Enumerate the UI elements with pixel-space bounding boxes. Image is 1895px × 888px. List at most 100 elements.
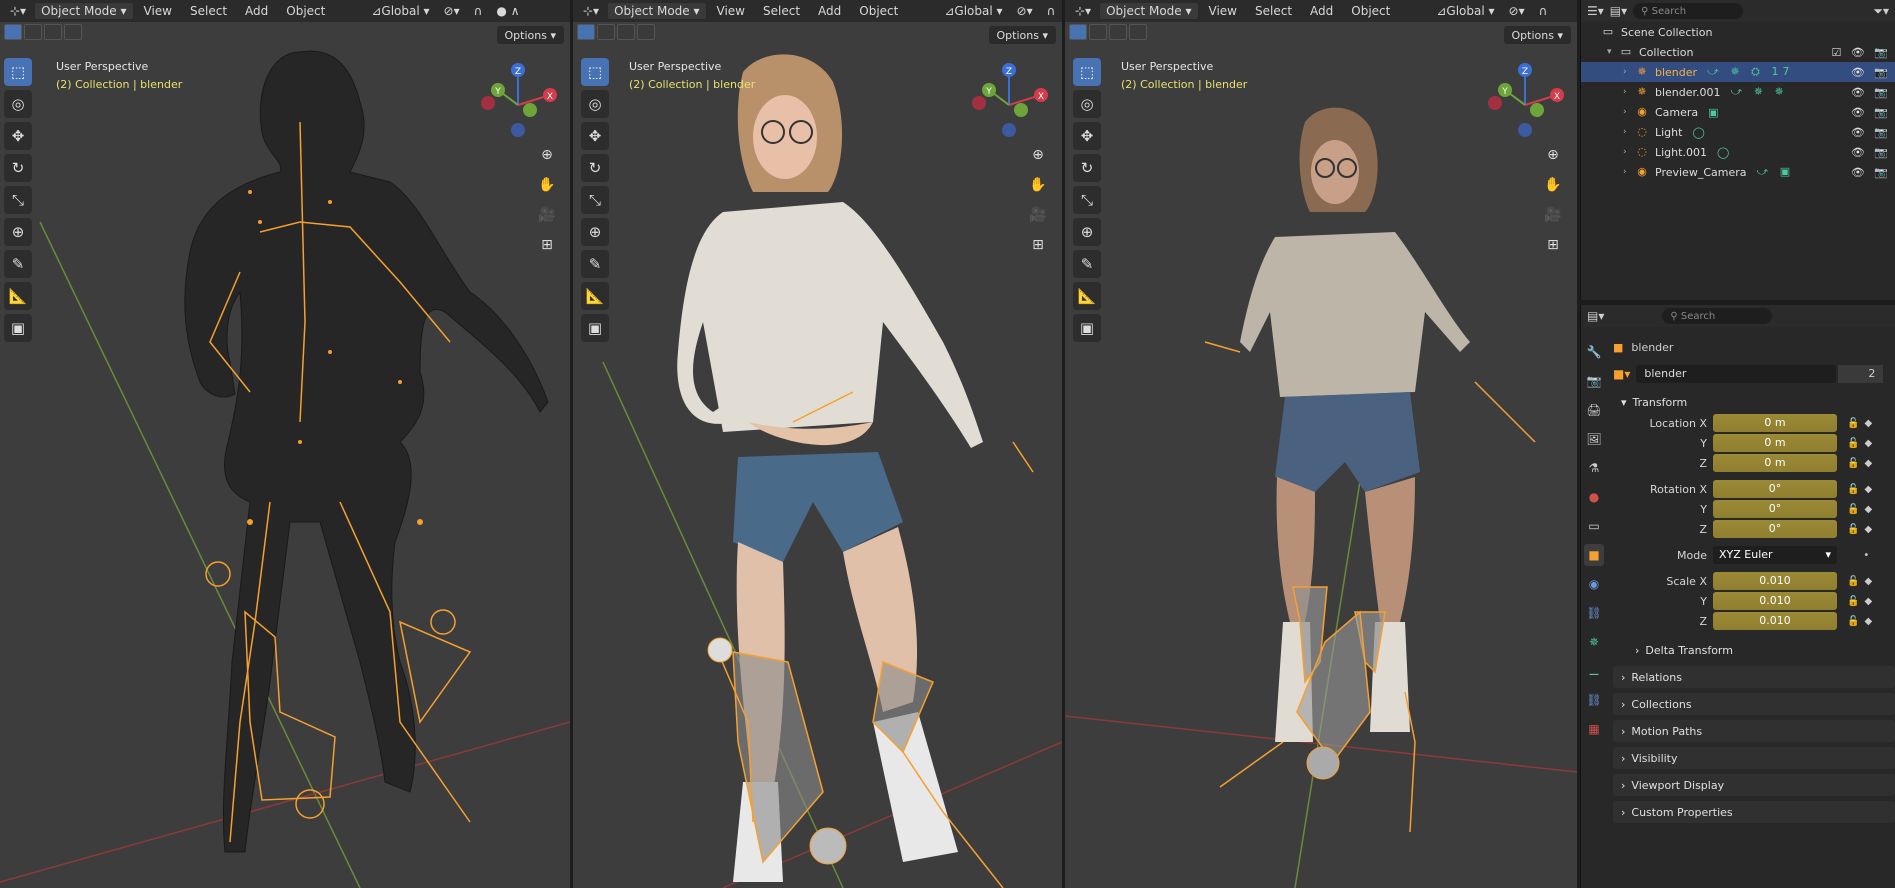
- select-new-icon[interactable]: [4, 24, 22, 40]
- cursor-tool-icon[interactable]: ◎: [4, 90, 32, 118]
- outliner-search-input[interactable]: ⚲ Search: [1633, 3, 1744, 19]
- lock-keyframe-icons[interactable]: 🔓◆: [1847, 418, 1877, 429]
- transform-tool-icon[interactable]: ⊕: [1073, 218, 1101, 246]
- scene-tab-icon[interactable]: ⚗: [1584, 457, 1604, 479]
- filter-icon[interactable]: ⏷▾: [1873, 4, 1889, 19]
- scale-x-field[interactable]: 0.010: [1713, 572, 1837, 590]
- transform-tool-icon[interactable]: ⊕: [4, 218, 32, 246]
- chevron-right-icon[interactable]: ›: [1623, 167, 1635, 177]
- ortho-grid-icon[interactable]: ⊞: [1025, 232, 1051, 258]
- scale-z-field[interactable]: 0.010: [1713, 612, 1837, 630]
- mode-dropdown[interactable]: Object Mode ▾: [34, 2, 134, 20]
- select-invert-icon[interactable]: [637, 24, 655, 40]
- rotate-tool-icon[interactable]: ↻: [1073, 154, 1101, 182]
- select-subtract-icon[interactable]: [1109, 24, 1127, 40]
- viewport-3[interactable]: ⊹▾ Object Mode ▾ View Select Add Object …: [1065, 0, 1577, 888]
- scene-collection-row[interactable]: ▭ Scene Collection: [1581, 22, 1895, 42]
- camera-view-icon[interactable]: 🎥: [1025, 202, 1051, 228]
- collection-tab-icon[interactable]: ▭: [1584, 515, 1604, 537]
- pivot-icon[interactable]: ⊘▾: [1011, 2, 1039, 20]
- location-y-field[interactable]: 0 m: [1713, 434, 1837, 452]
- lock-keyframe-icons[interactable]: 🔓◆: [1847, 596, 1877, 607]
- menu-object[interactable]: Object: [851, 4, 906, 18]
- menu-select[interactable]: Select: [755, 4, 808, 18]
- menu-view[interactable]: View: [1201, 4, 1245, 18]
- visibility-icons[interactable]: 👁 📷: [1851, 86, 1891, 99]
- orientation-dropdown[interactable]: ⊿ Global ▾: [938, 2, 1008, 20]
- snap-icon[interactable]: ∩: [1041, 2, 1062, 20]
- chevron-right-icon[interactable]: ›: [1623, 147, 1635, 157]
- texture-tab-icon[interactable]: ▦: [1584, 718, 1604, 740]
- location-x-field[interactable]: 0 m: [1713, 414, 1837, 432]
- viewport-1[interactable]: ⊹▾ Object Mode ▾ View Select Add Object …: [0, 0, 570, 888]
- select-new-icon[interactable]: [1069, 24, 1087, 40]
- outliner-item-camera[interactable]: › ◉ Camera ▣ 👁 📷: [1581, 102, 1895, 122]
- move-tool-icon[interactable]: ✥: [1073, 122, 1101, 150]
- zoom-icon[interactable]: ⊕: [534, 142, 560, 168]
- custom-properties-section[interactable]: › Custom Properties: [1613, 801, 1895, 823]
- pan-hand-icon[interactable]: ✋: [534, 172, 560, 198]
- lock-keyframe-icons[interactable]: 🔓◆: [1847, 616, 1877, 627]
- display-mode-icon[interactable]: ▤▾: [1610, 4, 1627, 18]
- menu-object[interactable]: Object: [1343, 4, 1398, 18]
- scale-tool-icon[interactable]: ⤡: [4, 186, 32, 214]
- editor-type-icon[interactable]: ⊹▾: [1069, 2, 1097, 20]
- pan-hand-icon[interactable]: ✋: [1540, 172, 1566, 198]
- lock-keyframe-icons[interactable]: 🔓◆: [1847, 484, 1877, 495]
- measure-tool-icon[interactable]: 📐: [1073, 282, 1101, 310]
- lock-keyframe-icons[interactable]: 🔓◆: [1847, 438, 1877, 449]
- visibility-icons[interactable]: 👁 📷: [1851, 146, 1891, 159]
- select-subtract-icon[interactable]: [617, 24, 635, 40]
- outliner-item-light-001[interactable]: › ◌ Light.001 ◯ 👁 📷: [1581, 142, 1895, 162]
- scale-y-field[interactable]: 0.010: [1713, 592, 1837, 610]
- add-cube-tool-icon[interactable]: ▣: [1073, 314, 1101, 342]
- data-type-icon[interactable]: ■▾: [1613, 367, 1630, 381]
- outliner-item-light[interactable]: › ◌ Light ◯ 👁 📷: [1581, 122, 1895, 142]
- visibility-icons[interactable]: 👁 📷: [1851, 106, 1891, 119]
- editor-type-icon[interactable]: ⊹▾: [577, 2, 605, 20]
- options-dropdown[interactable]: Options ▾: [1503, 26, 1571, 44]
- snap-icon[interactable]: ∩: [1533, 2, 1554, 20]
- chevron-right-icon[interactable]: ›: [1623, 107, 1635, 117]
- select-extend-icon[interactable]: [24, 24, 42, 40]
- cursor-tool-icon[interactable]: ◎: [1073, 90, 1101, 118]
- select-invert-icon[interactable]: [1129, 24, 1147, 40]
- transform-section-header[interactable]: ▾ Transform: [1613, 391, 1895, 413]
- options-dropdown[interactable]: Options ▾: [496, 26, 564, 44]
- chevron-down-icon[interactable]: ▾: [1607, 47, 1619, 57]
- properties-search-input[interactable]: ⚲ Search: [1662, 308, 1773, 324]
- annotate-tool-icon[interactable]: ✎: [1073, 250, 1101, 278]
- camera-view-icon[interactable]: 🎥: [1540, 202, 1566, 228]
- rotation-y-field[interactable]: 0°: [1713, 500, 1837, 518]
- zoom-icon[interactable]: ⊕: [1540, 142, 1566, 168]
- measure-tool-icon[interactable]: 📐: [4, 282, 32, 310]
- navigation-gizmo[interactable]: Z X Y: [1485, 60, 1565, 140]
- lock-keyframe-icons[interactable]: 🔓◆: [1847, 504, 1877, 515]
- physics-tab-icon[interactable]: ◉: [1584, 573, 1604, 595]
- measure-tool-icon[interactable]: 📐: [581, 282, 609, 310]
- menu-view[interactable]: View: [709, 4, 753, 18]
- visibility-section[interactable]: › Visibility: [1613, 747, 1895, 769]
- bone-tab-icon[interactable]: ⚊: [1584, 660, 1604, 682]
- keyframe-dot-icon[interactable]: •: [1847, 550, 1874, 561]
- move-tool-icon[interactable]: ✥: [581, 122, 609, 150]
- select-box-tool-icon[interactable]: ⬚: [1073, 58, 1101, 86]
- scale-tool-icon[interactable]: ⤡: [581, 186, 609, 214]
- world-tab-icon[interactable]: ●: [1584, 486, 1604, 508]
- viewport-display-section[interactable]: › Viewport Display: [1613, 774, 1895, 796]
- pan-hand-icon[interactable]: ✋: [1025, 172, 1051, 198]
- relations-section[interactable]: › Relations: [1613, 666, 1895, 688]
- delta-transform-section[interactable]: › Delta Transform: [1613, 639, 1895, 661]
- select-extend-icon[interactable]: [597, 24, 615, 40]
- outliner-item-blender[interactable]: › ✵ blender ⤻ ✵ ⛭ 17 👁 📷: [1581, 62, 1895, 82]
- move-tool-icon[interactable]: ✥: [4, 122, 32, 150]
- data-users-count[interactable]: 2: [1838, 365, 1884, 383]
- mode-dropdown[interactable]: Object Mode ▾: [607, 2, 707, 20]
- rotate-tool-icon[interactable]: ↻: [4, 154, 32, 182]
- collection-row[interactable]: ▾ ▭ Collection ☑ 👁 📷: [1581, 42, 1895, 62]
- view-layer-tab-icon[interactable]: 🖼: [1584, 428, 1604, 450]
- scale-tool-icon[interactable]: ⤡: [1073, 186, 1101, 214]
- proportional-icon[interactable]: ● ∧: [490, 2, 525, 20]
- select-box-tool-icon[interactable]: ⬚: [4, 58, 32, 86]
- visibility-icons[interactable]: 👁 📷: [1851, 166, 1891, 179]
